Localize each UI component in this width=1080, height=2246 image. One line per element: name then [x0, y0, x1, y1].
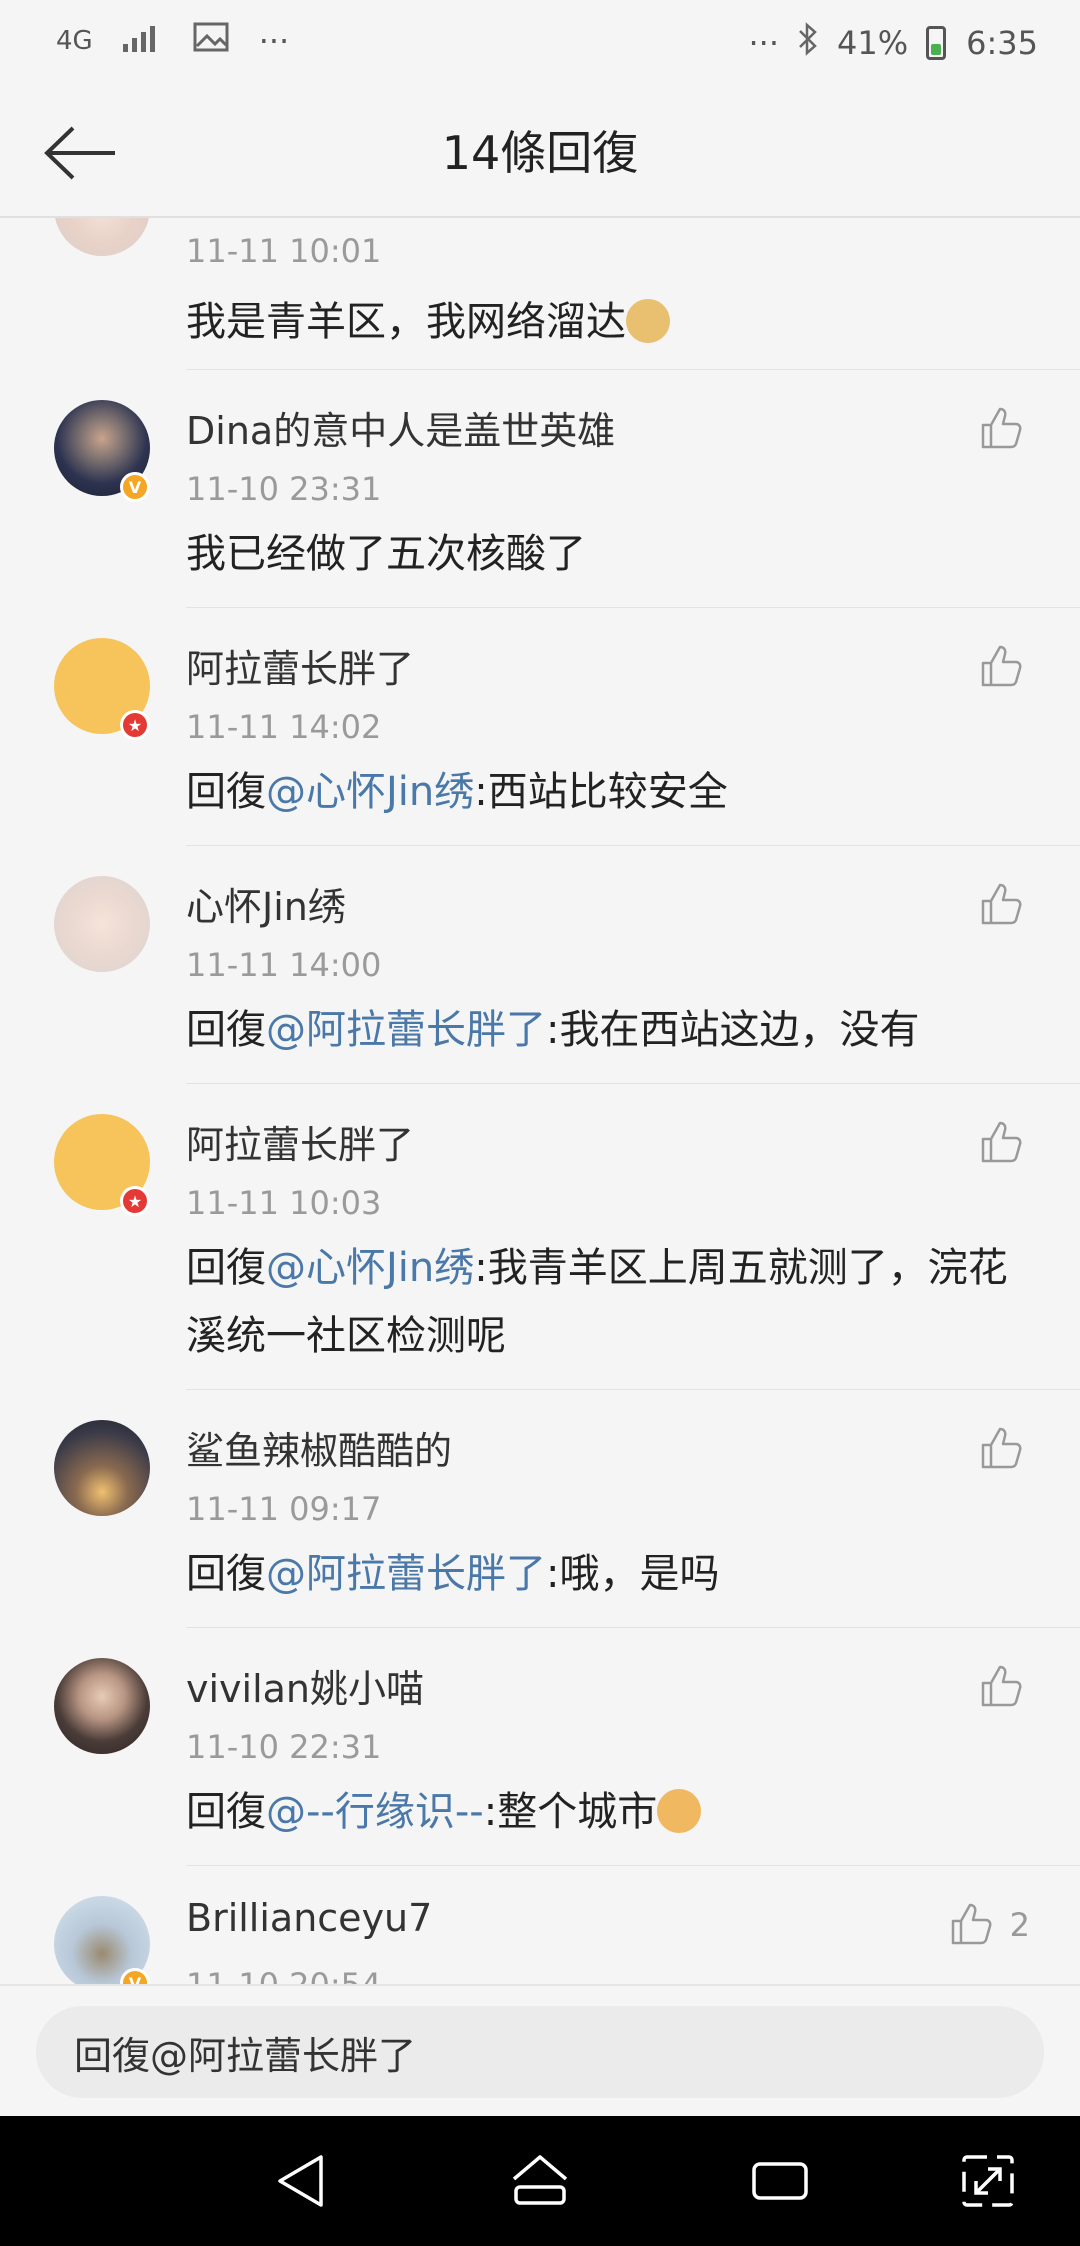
thumbs-up-icon	[981, 883, 1022, 925]
avatar[interactable]	[54, 218, 150, 256]
comment-item: 鲨鱼辣椒酷酷的 11-11 09:17 回復@阿拉蕾长胖了:哦，是吗	[0, 1390, 1080, 1628]
thumbs-up-icon	[981, 1121, 1022, 1163]
comment-content: 回復@--行缘识--:整个城市	[186, 1778, 1026, 1846]
mention-link[interactable]: @心怀Jin绣	[266, 769, 474, 815]
thumbs-up-icon	[981, 1665, 1022, 1707]
expand-icon	[962, 2155, 1014, 2207]
bluetooth-icon	[797, 22, 819, 64]
home-icon	[512, 2155, 568, 2205]
comment-time: 11-11 10:03	[186, 1184, 382, 1222]
system-recents-button[interactable]	[750, 2151, 810, 2211]
comment-time: 11-11 10:01	[186, 232, 382, 270]
comment-item: V Brillianceyu7 2 11-10 20:54	[0, 1866, 1080, 1984]
comment-username[interactable]: 鲨鱼辣椒酷酷的	[186, 1420, 452, 1475]
comment-time: 11-10 22:31	[186, 1728, 382, 1766]
recents-icon	[752, 2162, 808, 2200]
system-back-button[interactable]	[270, 2151, 330, 2211]
community-badge-icon: ★	[120, 710, 150, 740]
comment-username[interactable]: vivilan姚小喵	[186, 1658, 424, 1713]
doge-emoji-icon	[626, 299, 670, 343]
like-button[interactable]	[974, 638, 1030, 694]
more-notifications-icon: ···	[258, 22, 290, 60]
status-bar: 4G ··· ··· 41% 6:35	[0, 0, 1080, 90]
like-button[interactable]	[974, 1658, 1030, 1714]
system-nav-bar	[0, 2116, 1080, 2246]
battery-icon	[926, 26, 947, 60]
battery-percent: 41%	[837, 24, 909, 62]
mention-link[interactable]: @--行缘识--	[266, 1789, 484, 1835]
comment-content: 我是青羊区，我网络溜达	[186, 288, 1026, 356]
like-count: 2	[1009, 1906, 1030, 1944]
page-title: 14條回復	[441, 126, 639, 180]
signal-strength-icon	[122, 22, 163, 60]
system-expand-button[interactable]	[958, 2151, 1018, 2211]
like-button[interactable]	[974, 1114, 1030, 1170]
cat-emoji-icon	[657, 1789, 702, 1833]
avatar[interactable]	[54, 876, 150, 972]
comment-item: 11-11 10:01 我是青羊区，我网络溜达	[0, 218, 1080, 370]
comment-item: ★ 阿拉蕾长胖了 11-11 14:02 回復@心怀Jin绣:西站比较安全	[0, 608, 1080, 846]
comment-item: vivilan姚小喵 11-10 22:31 回復@--行缘识--:整个城市	[0, 1628, 1080, 1866]
community-badge-icon: ★	[120, 1186, 150, 1216]
verified-badge-icon: V	[120, 472, 150, 502]
comment-content: 回復@阿拉蕾长胖了:哦，是吗	[186, 1551, 720, 1597]
comment-content: 我已经做了五次核酸了	[186, 531, 586, 577]
comment-item: ★ 阿拉蕾长胖了 11-11 10:03 回復@心怀Jin绣:我青羊区上周五就测…	[0, 1084, 1080, 1390]
comment-username[interactable]: 阿拉蕾长胖了	[186, 1114, 414, 1169]
reply-input[interactable]: 回復@阿拉蕾长胖了	[36, 2006, 1044, 2098]
comment-content: 回復@心怀Jin绣:我青羊区上周五就测了，浣花溪统一社区检测呢	[186, 1245, 1008, 1359]
triangle-back-icon	[278, 2155, 323, 2207]
image-notification-icon	[193, 22, 229, 60]
comment-content: 回復@阿拉蕾长胖了:我在西站这边，没有	[186, 1007, 920, 1053]
thumbs-up-icon	[981, 645, 1022, 687]
comment-item: 心怀Jin绣 11-11 14:00 回復@阿拉蕾长胖了:我在西站这边，没有	[0, 846, 1080, 1084]
comment-time: 11-11 14:02	[186, 708, 382, 746]
like-button[interactable]	[944, 1896, 1000, 1952]
reply-bar: 回復@阿拉蕾长胖了	[0, 1984, 1080, 2118]
like-button[interactable]	[974, 1420, 1030, 1476]
avatar[interactable]	[54, 1420, 150, 1516]
thumbs-up-icon	[951, 1903, 992, 1945]
comment-list: 11-11 10:01 我是青羊区，我网络溜达 V Dina的意中人是盖世英雄 …	[0, 218, 1080, 1984]
comment-time: 11-10 23:31	[186, 470, 382, 508]
like-button[interactable]	[974, 400, 1030, 456]
mention-link[interactable]: @阿拉蕾长胖了	[266, 1007, 546, 1053]
like-button[interactable]	[974, 876, 1030, 932]
avatar[interactable]	[54, 1658, 150, 1754]
mention-link[interactable]: @阿拉蕾长胖了	[266, 1551, 546, 1597]
comment-time: 11-11 14:00	[186, 946, 382, 984]
system-home-button[interactable]	[510, 2151, 570, 2211]
thumbs-up-icon	[981, 1427, 1022, 1469]
comment-time: 11-11 09:17	[186, 1490, 382, 1528]
comment-username[interactable]: Dina的意中人是盖世英雄	[186, 400, 615, 455]
nav-bar: 14條回復	[0, 90, 1080, 218]
comment-username[interactable]: 心怀Jin绣	[186, 876, 346, 931]
comment-time: 11-10 20:54	[186, 1966, 381, 1984]
comment-item: V Dina的意中人是盖世英雄 11-10 23:31 我已经做了五次核酸了	[0, 370, 1080, 608]
more-status-icon: ···	[748, 24, 780, 62]
comment-username[interactable]: 阿拉蕾长胖了	[186, 638, 414, 693]
clock: 6:35	[966, 24, 1038, 62]
comment-content: 回復@心怀Jin绣:西站比较安全	[186, 769, 728, 815]
network-type-indicator: 4G	[56, 26, 93, 56]
comment-username[interactable]: Brillianceyu7	[186, 1896, 432, 1940]
thumbs-up-icon	[981, 407, 1022, 449]
mention-link[interactable]: @心怀Jin绣	[266, 1245, 474, 1291]
